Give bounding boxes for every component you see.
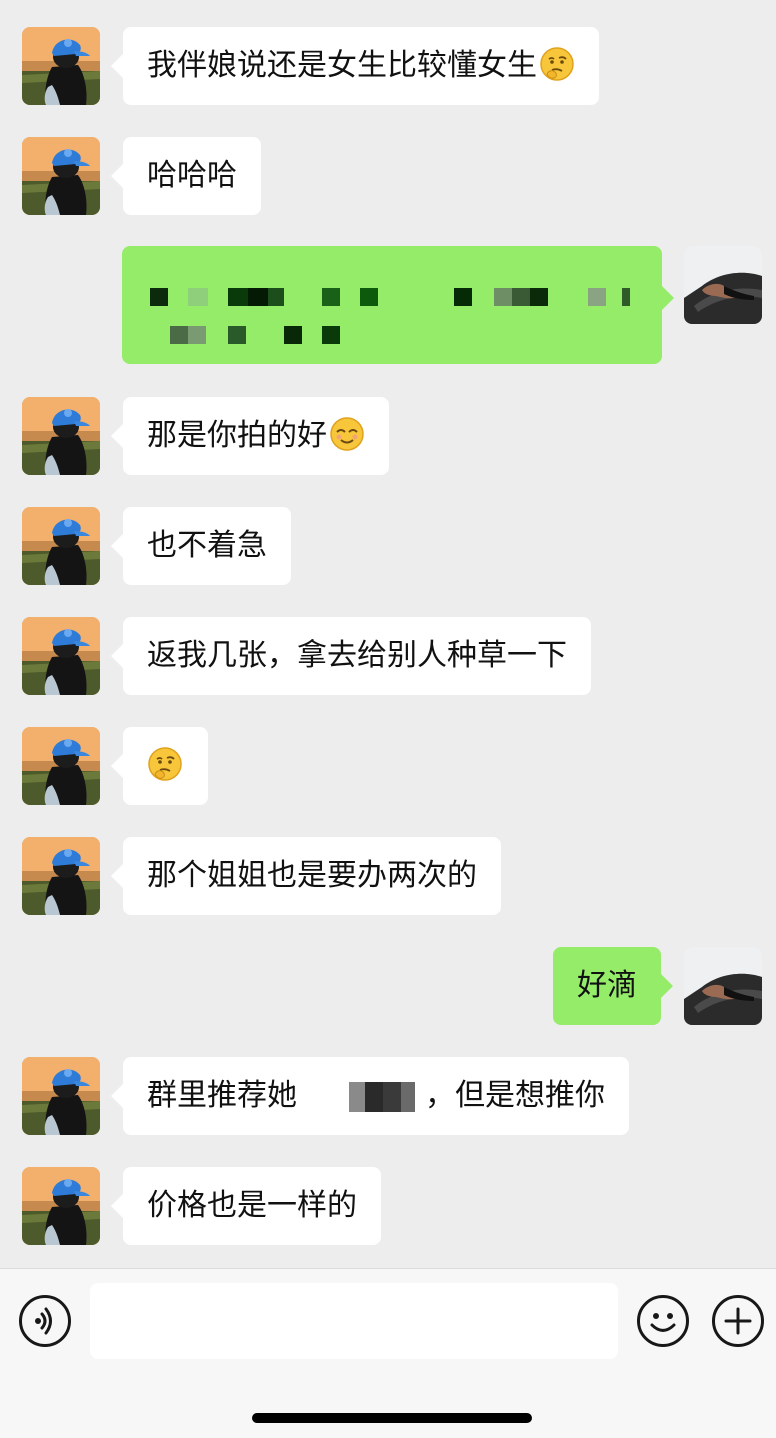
mosaic-block [228,288,248,306]
incoming-message-bubble[interactable]: 返我几张，拿去给别人种草一下 [111,617,591,695]
home-indicator[interactable] [252,1413,532,1423]
message-text: 哈哈哈 [147,158,237,193]
incoming-message-bubble[interactable]: 群里推荐她 ，但是想推你 [111,1057,629,1135]
thinking-face-icon [147,746,183,782]
incoming-message-bubble[interactable]: 那个姐姐也是要办两次的 [111,837,501,915]
incoming-message-bubble[interactable] [111,727,208,805]
mosaic-block [284,326,302,344]
relieved-face-icon [329,416,365,452]
contact-avatar[interactable] [22,397,100,475]
message-text: 好滴 [577,968,637,1003]
incoming-message-bubble[interactable]: 价格也是一样的 [111,1167,381,1245]
mosaic-block [454,288,472,306]
contact-avatar[interactable] [22,837,100,915]
plus-icon[interactable] [712,1295,764,1347]
contact-avatar[interactable] [22,507,100,585]
message-text: 那个姐姐也是要办两次的 [147,858,477,893]
contact-avatar[interactable] [22,727,100,805]
mosaic-block [228,326,246,344]
message-text: 那是你拍的好 [147,418,327,453]
mosaic-block [150,288,168,306]
mosaic-block [188,326,206,344]
mosaic-block [248,288,268,306]
voice-icon[interactable] [19,1295,71,1347]
redacted-text [297,1081,425,1112]
outgoing-message-bubble[interactable]: 好滴 [553,947,673,1025]
message-text: 我伴娘说还是女生比较懂女生 [147,48,537,83]
mosaic-block [622,288,630,306]
contact-avatar[interactable] [22,617,100,695]
thinking-face-icon [539,46,575,82]
message-text: ，但是想推你 [425,1078,605,1113]
incoming-message-bubble[interactable]: 那是你拍的好 [111,397,389,475]
emoji-icon[interactable] [637,1295,689,1347]
mosaic-block [268,288,284,306]
contact-avatar[interactable] [22,1057,100,1135]
mosaic-block [322,326,340,344]
message-text: 也不着急 [147,528,267,563]
incoming-message-bubble[interactable]: 哈哈哈 [111,137,261,215]
my-avatar[interactable] [684,947,762,1025]
contact-avatar[interactable] [22,27,100,105]
mosaic-block [494,288,512,306]
incoming-message-bubble[interactable]: 我伴娘说还是女生比较懂女生 [111,27,599,105]
redacted-outgoing-message[interactable] [122,246,674,364]
message-text: 价格也是一样的 [147,1188,357,1223]
contact-avatar[interactable] [22,1167,100,1245]
mosaic-block [530,288,548,306]
mosaic-block [322,288,340,306]
message-input[interactable] [90,1283,618,1359]
message-text: 返我几张，拿去给别人种草一下 [147,638,567,673]
mosaic-block [360,288,378,306]
mosaic-block [170,326,188,344]
contact-avatar[interactable] [22,137,100,215]
message-text: 群里推荐她 [147,1078,297,1113]
mosaic-block [512,288,530,306]
my-avatar[interactable] [684,246,762,324]
mosaic-block [188,288,208,306]
mosaic-block [588,288,606,306]
incoming-message-bubble[interactable]: 也不着急 [111,507,291,585]
